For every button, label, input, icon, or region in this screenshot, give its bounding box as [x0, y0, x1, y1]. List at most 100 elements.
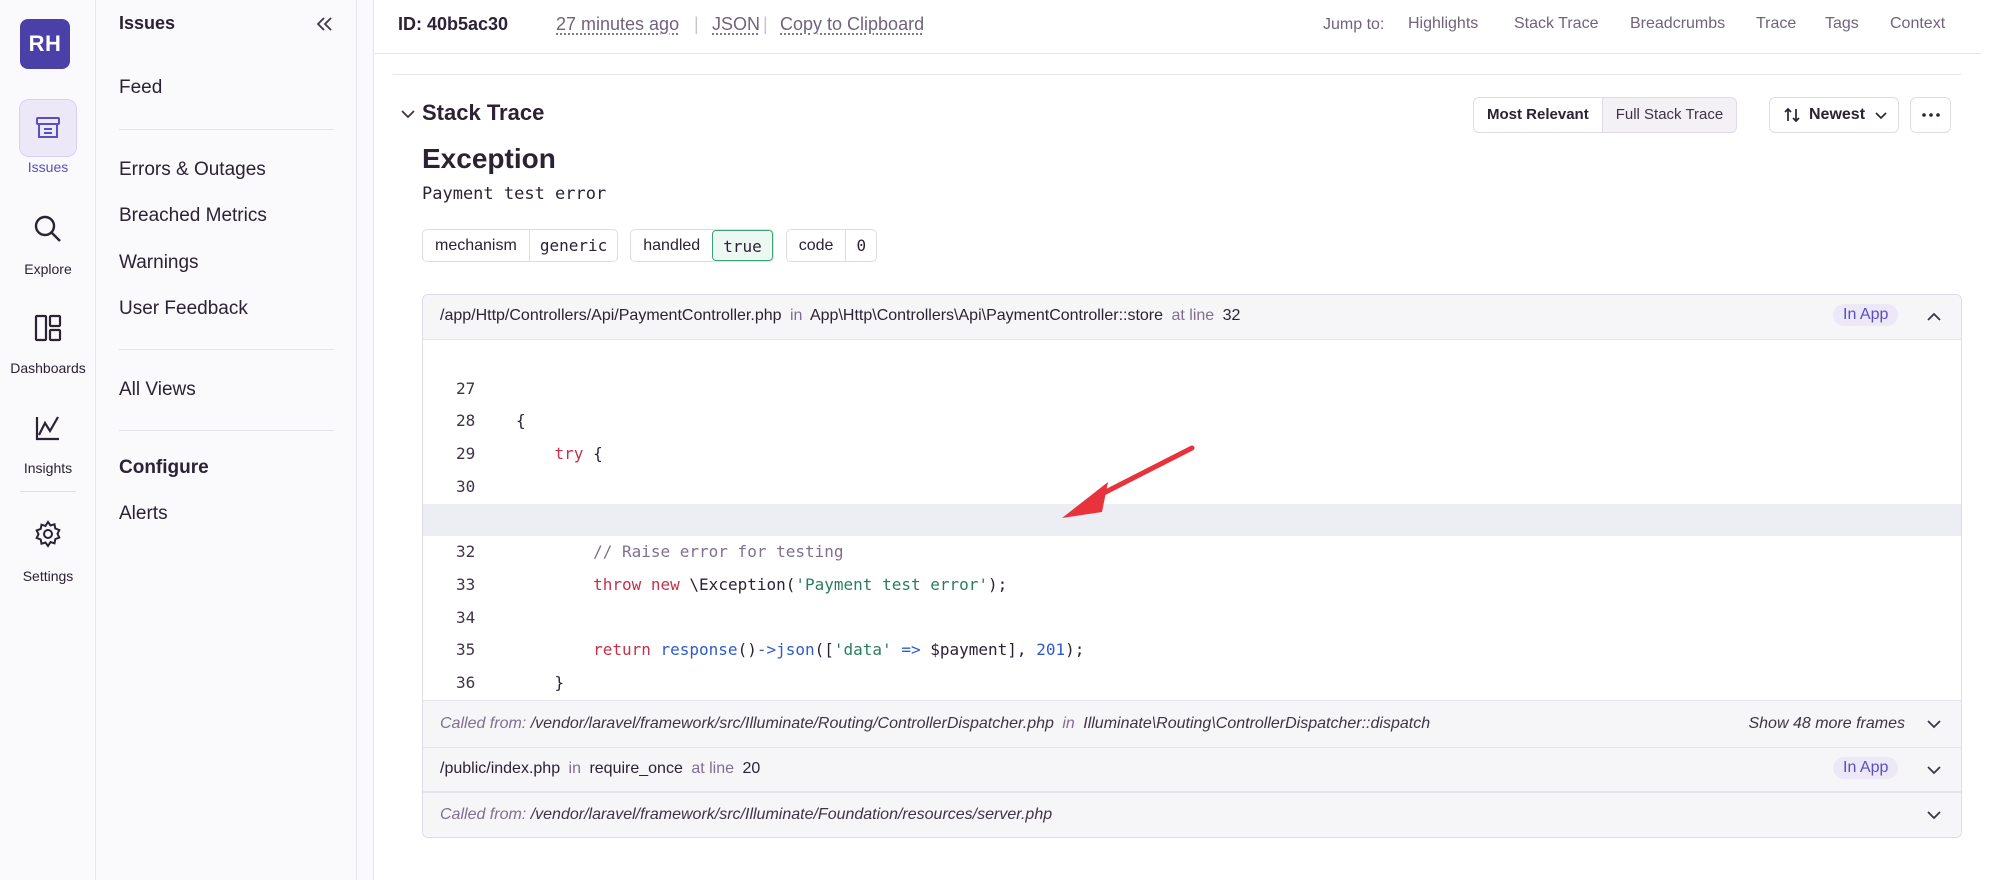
frame-at-line-label: at line [691, 760, 735, 777]
jump-to-label: Jump to: [1323, 16, 1385, 33]
frame-function: require_once [589, 760, 683, 777]
separator: | [694, 14, 699, 34]
annotation-arrow [1062, 445, 1195, 518]
org-avatar[interactable]: RH [20, 19, 70, 69]
chevron-up-icon[interactable] [1924, 307, 1944, 327]
sort-order-dropdown[interactable]: Newest [1769, 97, 1899, 133]
frame-line-number: 32 [1222, 307, 1241, 324]
rail-label-dashboards: Dashboards [10, 360, 86, 376]
double-chevron-left-icon [316, 17, 332, 31]
jump-link-context[interactable]: Context [1890, 15, 1945, 33]
jump-link-highlights[interactable]: Highlights [1408, 15, 1478, 33]
code-line: 34 return response()->json(['data' => $p… [423, 569, 1961, 660]
rail-item-dashboards[interactable]: Dashboards [0, 306, 96, 376]
sort-arrows-icon [1784, 107, 1800, 123]
called-from-location: Called from: /vendor/laravel/framework/s… [440, 715, 1430, 733]
rail-item-settings[interactable]: Settings [0, 512, 96, 584]
frame-line-number: 20 [742, 760, 761, 777]
sidebar-item-warnings[interactable]: Warnings [119, 252, 199, 274]
sidebar-item-alerts[interactable]: Alerts [119, 503, 168, 525]
called-from-row[interactable]: Called from: /vendor/laravel/framework/s… [423, 792, 1961, 837]
json-link[interactable]: JSON [712, 14, 760, 35]
frame-header[interactable]: /public/index.php in require_once at lin… [423, 747, 1961, 792]
jump-link-stack-trace[interactable]: Stack Trace [1514, 15, 1598, 33]
frame-in-label: in [568, 760, 581, 777]
stack-frames: /app/Http/Controllers/Api/PaymentControl… [422, 294, 1962, 838]
code-line: 29 [423, 405, 1961, 463]
code-line: 36 catch (\Exception $e) { [423, 634, 1961, 725]
code-line: 37 // Log the error with Sentry [423, 667, 1961, 758]
chevron-down-icon [1875, 112, 1887, 120]
called-from-in-label: in [1062, 715, 1075, 732]
called-from-path: /vendor/laravel/framework/src/Illuminate… [530, 715, 1054, 732]
sidebar-item-feed[interactable]: Feed [119, 77, 162, 99]
code-line: 33 [423, 536, 1961, 594]
exception-type: Exception [422, 143, 556, 174]
copy-to-clipboard-link[interactable]: Copy to Clipboard [780, 14, 924, 35]
frame-header[interactable]: /app/Http/Controllers/Api/PaymentControl… [423, 295, 1961, 340]
tag-key: mechanism [423, 230, 530, 261]
chevron-down-icon[interactable] [1924, 805, 1944, 825]
called-from-path: /vendor/laravel/framework/src/Illuminate… [530, 806, 1053, 823]
frame-location: /app/Http/Controllers/Api/PaymentControl… [440, 307, 1240, 325]
ellipsis-icon [1921, 113, 1940, 117]
sidebar-divider [119, 349, 334, 350]
more-options-button[interactable] [1910, 97, 1951, 133]
content-gutter [357, 0, 374, 880]
most-relevant-button[interactable]: Most Relevant [1474, 98, 1603, 132]
jump-link-trace[interactable]: Trace [1756, 15, 1796, 33]
in-app-badge: In App [1833, 304, 1899, 326]
rail-item-issues[interactable]: Issues [0, 99, 96, 175]
sidebar-divider [119, 430, 334, 431]
tag-key: code [787, 230, 847, 261]
insights-icon [35, 416, 59, 441]
jump-link-tags[interactable]: Tags [1825, 15, 1859, 33]
tag-value: true [712, 230, 773, 261]
sort-order-label: Newest [1809, 106, 1866, 123]
issues-sidebar: Issues Feed Errors & Outages Breached Me… [96, 0, 357, 880]
stack-trace-title[interactable]: Stack Trace [422, 100, 544, 126]
tag-handled: handled true [630, 229, 774, 262]
issues-icon [36, 117, 60, 138]
rail-label-explore: Explore [24, 261, 72, 277]
frame-location: /public/index.php in require_once at lin… [440, 760, 760, 778]
gear-icon [35, 520, 61, 548]
rail-item-insights[interactable]: Insights [0, 406, 96, 476]
chevron-down-icon[interactable] [1924, 760, 1944, 780]
called-from-row[interactable]: Called from: /vendor/laravel/framework/s… [423, 700, 1961, 747]
sidebar-item-user-feedback[interactable]: User Feedback [119, 298, 248, 320]
search-icon [34, 215, 61, 242]
stack-view-toggle: Most Relevant Full Stack Trace [1473, 97, 1738, 133]
code-line: 28 try { [423, 373, 1961, 463]
full-stack-trace-button[interactable]: Full Stack Trace [1603, 98, 1737, 132]
sidebar-divider [119, 129, 334, 130]
event-header-bar: ID: 40b5ac30 27 minutes ago JSON Copy to… [375, 0, 1981, 54]
icon-rail: RH Issues Explore Dashboards Insights Se… [0, 0, 96, 880]
code-line: 35 } [423, 602, 1961, 692]
collapse-sidebar-button[interactable] [312, 12, 336, 36]
tag-value: generic [539, 236, 608, 255]
sidebar-item-breached-metrics[interactable]: Breached Metrics [119, 205, 267, 227]
show-more-frames-button[interactable]: Show 48 more frames [1748, 715, 1905, 733]
section-divider [393, 74, 1961, 75]
rail-label-settings: Settings [22, 568, 74, 584]
tag-code: code 0 [785, 229, 878, 262]
dashboards-icon [34, 314, 62, 342]
sidebar-item-errors-outages[interactable]: Errors & Outages [119, 159, 266, 181]
jump-link-breadcrumbs[interactable]: Breadcrumbs [1630, 15, 1725, 33]
called-from-location: Called from: /vendor/laravel/framework/s… [440, 806, 1052, 824]
rail-divider [20, 491, 76, 492]
event-time-link[interactable]: 27 minutes ago [556, 14, 679, 35]
separator: | [763, 14, 768, 34]
sidebar-section-configure: Configure [119, 457, 209, 478]
chevron-down-icon[interactable] [398, 104, 418, 124]
sidebar-item-all-views[interactable]: All Views [119, 379, 196, 401]
exception-mechanism-tags: mechanism generic handled true code 0 [422, 229, 878, 262]
called-from-label: Called from: [440, 806, 527, 823]
exception-message: Payment test error [422, 184, 607, 204]
rail-item-explore[interactable]: Explore [0, 207, 96, 277]
tag-key: handled [643, 237, 701, 254]
frame-in-label: in [789, 307, 803, 324]
chevron-down-icon[interactable] [1924, 714, 1944, 734]
event-id: ID: 40b5ac30 [398, 14, 509, 34]
